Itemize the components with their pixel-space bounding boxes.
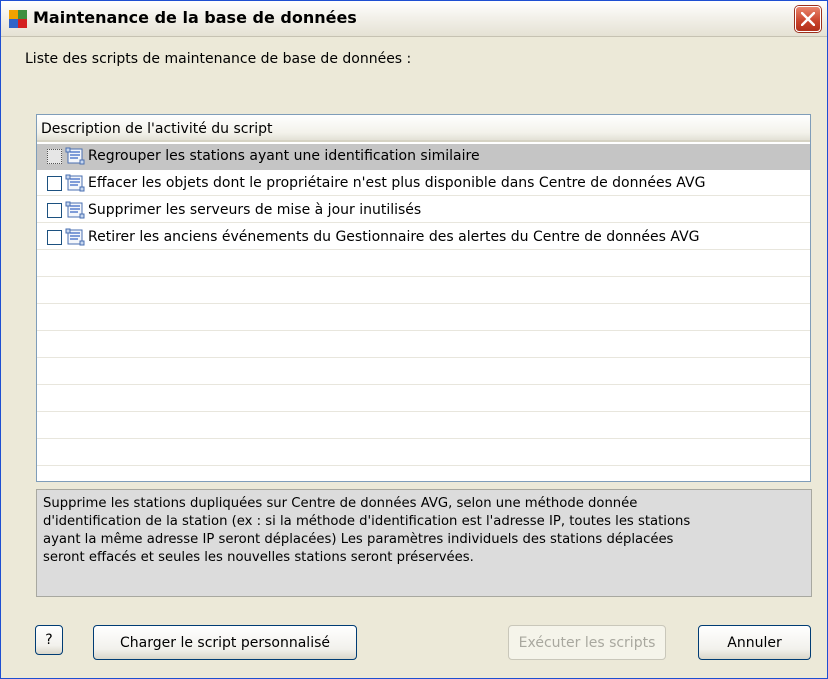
script-label: Supprimer les serveurs de mise à jour in… xyxy=(88,202,422,218)
grid-line xyxy=(37,384,810,385)
script-scroll-icon xyxy=(65,201,85,219)
run-scripts-button[interactable]: Exécuter les scripts xyxy=(508,625,666,660)
script-label: Retirer les anciens événements du Gestio… xyxy=(88,229,700,245)
grid-line xyxy=(37,357,810,358)
scripts-list[interactable]: Description de l'activité du script Regr… xyxy=(36,114,811,482)
grid-line xyxy=(37,465,810,466)
grid-line xyxy=(37,411,810,412)
script-checkbox[interactable] xyxy=(47,149,62,164)
description-panel: Supprime les stations dupliquées sur Cen… xyxy=(36,489,812,597)
column-header-label: Description de l'activité du script xyxy=(41,121,273,137)
column-separator[interactable] xyxy=(810,119,811,137)
close-button[interactable] xyxy=(795,6,821,32)
description-line: seront effacés et seules les nouvelles s… xyxy=(43,550,474,565)
help-button[interactable]: ? xyxy=(35,625,63,655)
list-item[interactable]: Regrouper les stations ayant une identif… xyxy=(37,144,810,170)
list-item[interactable]: Supprimer les serveurs de mise à jour in… xyxy=(37,198,810,224)
script-checkbox[interactable] xyxy=(47,203,62,218)
script-checkbox[interactable] xyxy=(47,230,62,245)
maintenance-dialog: Maintenance de la base de données Liste … xyxy=(0,0,828,679)
grid-line xyxy=(37,276,810,277)
script-scroll-icon xyxy=(65,174,85,192)
script-checkbox[interactable] xyxy=(47,176,62,191)
close-icon xyxy=(801,12,815,26)
script-scroll-icon xyxy=(65,228,85,246)
avg-logo-icon xyxy=(9,10,27,28)
list-item[interactable]: Retirer les anciens événements du Gestio… xyxy=(37,225,810,251)
grid-line xyxy=(37,330,810,331)
load-custom-script-button[interactable]: Charger le script personnalisé xyxy=(93,625,357,660)
grid-line xyxy=(37,303,810,304)
description-line: Supprime les stations dupliquées sur Cen… xyxy=(43,496,638,511)
grid-line xyxy=(37,438,810,439)
script-scroll-icon xyxy=(65,147,85,165)
script-label: Regrouper les stations ayant une identif… xyxy=(88,148,480,164)
list-caption: Liste des scripts de maintenance de base… xyxy=(25,51,412,67)
title-bar[interactable]: Maintenance de la base de données xyxy=(1,1,827,37)
description-line: ayant la même adresse IP seront déplacée… xyxy=(43,532,674,547)
window-title: Maintenance de la base de données xyxy=(33,8,357,27)
list-item[interactable]: Effacer les objets dont le propriétaire … xyxy=(37,171,810,197)
description-line: d'identification de la station (ex : si … xyxy=(43,514,691,529)
script-label: Effacer les objets dont le propriétaire … xyxy=(88,175,706,191)
cancel-button[interactable]: Annuler xyxy=(698,625,811,660)
column-header[interactable]: Description de l'activité du script xyxy=(37,115,810,142)
